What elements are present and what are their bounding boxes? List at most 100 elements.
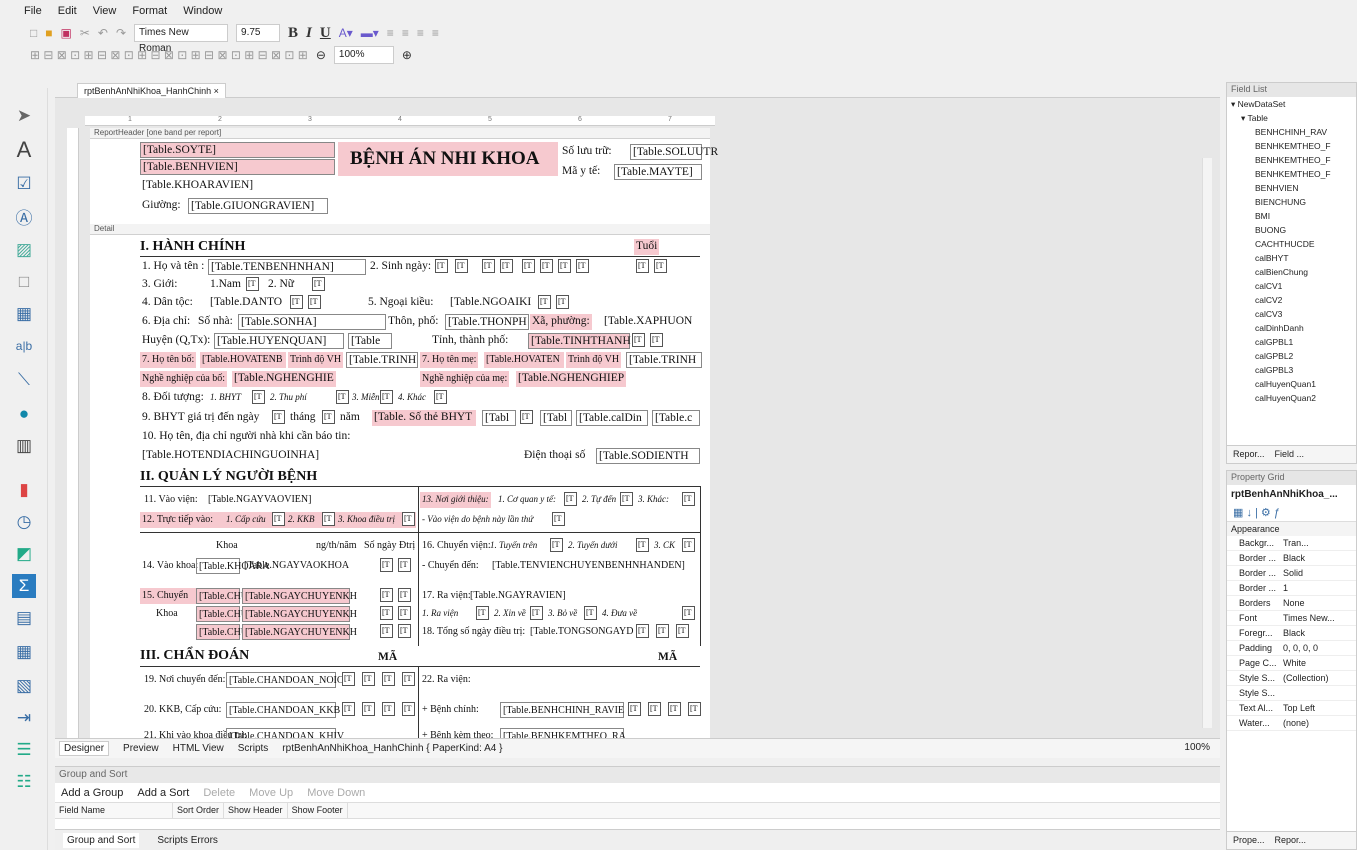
placeholder-field[interactable]: [T: [455, 259, 468, 273]
placeholder-field[interactable]: [T: [682, 492, 695, 506]
property-row[interactable]: Style S...: [1227, 686, 1356, 701]
property-row[interactable]: Page C... White: [1227, 656, 1356, 671]
field-item[interactable]: calCV1: [1231, 279, 1356, 293]
property-value[interactable]: 0, 0, 0, 0: [1279, 641, 1318, 655]
placeholder-field[interactable]: [T: [435, 259, 448, 273]
field-cdkkb[interactable]: [Table.CHANDOAN_KKB: [226, 702, 340, 718]
property-value[interactable]: Top Left: [1279, 701, 1315, 715]
property-value[interactable]: Tran...: [1279, 536, 1309, 550]
tab-group-sort[interactable]: Group and Sort: [63, 832, 140, 848]
menu-view[interactable]: View: [91, 5, 119, 17]
field-dantoc[interactable]: [Table.DANTO: [208, 295, 286, 311]
placeholder-field[interactable]: [T: [676, 624, 689, 638]
tab-report-explorer-2[interactable]: Repor...: [1275, 835, 1307, 846]
field-tabl1[interactable]: [Tabl: [482, 410, 516, 426]
vertical-scrollbar[interactable]: [1202, 158, 1212, 728]
field-item[interactable]: calBHYT: [1231, 251, 1356, 265]
placeholder-field[interactable]: [T: [380, 606, 393, 620]
placeholder-field[interactable]: [T: [552, 512, 565, 526]
placeholder-field[interactable]: [T: [576, 259, 589, 273]
zoom-select[interactable]: 100%: [333, 46, 394, 64]
placeholder-field[interactable]: [T: [402, 672, 415, 686]
field-item[interactable]: calCV3: [1231, 307, 1356, 321]
property-value[interactable]: Times New...: [1279, 611, 1335, 625]
field-mayte[interactable]: [Table.MAYTE]: [614, 164, 702, 180]
placeholder-field[interactable]: [T: [584, 606, 597, 620]
field-huyen[interactable]: [Table.HUYENQUAN]: [214, 333, 344, 349]
tab-designer[interactable]: Designer: [59, 741, 110, 756]
category-appearance[interactable]: Appearance: [1227, 522, 1356, 536]
placeholder-field[interactable]: [T: [636, 259, 649, 273]
field-ngheme[interactable]: [Table.NGHENGHIEP: [516, 371, 626, 387]
placeholder-field[interactable]: [T: [322, 512, 335, 526]
field-item[interactable]: BENHKEMTHEO_F: [1231, 139, 1356, 153]
cut-icon[interactable]: ✂: [80, 26, 90, 40]
chartext-icon[interactable]: a|b: [12, 334, 36, 358]
placeholder-field[interactable]: [T: [682, 538, 695, 552]
open-icon[interactable]: ■: [45, 26, 52, 40]
add-sort-button[interactable]: Add a Sort: [137, 787, 189, 799]
table-node[interactable]: ▾ Table: [1231, 111, 1356, 125]
placeholder-field[interactable]: [T: [398, 588, 411, 602]
property-row[interactable]: Borders None: [1227, 596, 1356, 611]
property-value[interactable]: 1: [1279, 581, 1288, 595]
field-tongsongay[interactable]: [Table.TONGSONGAYD: [528, 624, 633, 640]
placeholder-field[interactable]: [T: [380, 390, 393, 404]
placeholder-field[interactable]: [T: [380, 588, 393, 602]
placeholder-field[interactable]: [T: [380, 624, 393, 638]
field-chuyen[interactable]: [Table.NGAYCHUYENKH: [242, 624, 357, 640]
undo-icon[interactable]: ↶: [98, 26, 108, 40]
picture-icon[interactable]: ▨: [12, 238, 36, 262]
placeholder-field[interactable]: [T: [558, 259, 571, 273]
property-value[interactable]: Black: [1279, 626, 1305, 640]
field-chuyen[interactable]: [Table.CHUYEN: [196, 624, 269, 640]
placeholder-field[interactable]: [T: [682, 606, 695, 620]
crossband-icon[interactable]: ☰: [12, 738, 36, 762]
selected-object[interactable]: rptBenhAnNhiKhoa_...: [1227, 485, 1356, 504]
placeholder-field[interactable]: [T: [656, 624, 669, 638]
field-soyte[interactable]: [Table.SOYTE]: [140, 142, 335, 158]
field-hoten[interactable]: [Table.TENBENHNHAN]: [208, 259, 366, 275]
bold-button[interactable]: B: [288, 25, 298, 42]
field-tree[interactable]: ▾ NewDataSet ▾ Table BENHCHINH_RAV BENHKE…: [1227, 97, 1356, 405]
field-ngayravien[interactable]: [Table.NGAYRAVIEN]: [468, 588, 688, 604]
field-ngoaikieu[interactable]: [Table.NGOAIKI: [448, 295, 534, 311]
placeholder-field[interactable]: [T: [620, 492, 633, 506]
property-row[interactable]: Padding 0, 0, 0, 0: [1227, 641, 1356, 656]
field-chuyen[interactable]: [Table.CHUYEN: [196, 588, 269, 604]
field-sonha[interactable]: [Table.SONHA]: [238, 314, 386, 330]
document-tab[interactable]: rptBenhAnNhiKhoa_HanhChinh ×: [77, 83, 226, 98]
menu-window[interactable]: Window: [181, 5, 224, 17]
gauge-icon[interactable]: ◷: [12, 510, 36, 534]
align-icons[interactable]: ⊞ ⊟ ⊠ ⊡ ⊞ ⊟ ⊠ ⊡ ⊞ ⊟ ⊠ ⊡ ⊞ ⊟ ⊠ ⊡ ⊞ ⊟ ⊠ ⊡ …: [30, 48, 308, 62]
field-giuong[interactable]: [Table.GIUONGRAVIEN]: [188, 198, 328, 214]
field-cdkhiv[interactable]: [Table.CHANDOAN_KHIV: [226, 728, 344, 738]
field-tablc[interactable]: [Table.c: [652, 410, 700, 426]
table-icon[interactable]: ▦: [12, 302, 36, 326]
field-item[interactable]: calGPBL1: [1231, 335, 1356, 349]
field-trinhdo-bo[interactable]: [Table.TRINH: [346, 352, 418, 368]
placeholder-field[interactable]: [T: [272, 512, 285, 526]
property-value[interactable]: Solid: [1279, 566, 1303, 580]
align-right-icon[interactable]: ≡: [417, 26, 424, 40]
placeholder-field[interactable]: [T: [246, 277, 259, 291]
placeholder-field[interactable]: [T: [336, 390, 349, 404]
property-value[interactable]: None: [1279, 596, 1305, 610]
detail-band[interactable]: Detail: [90, 224, 710, 235]
delete-button[interactable]: Delete: [203, 787, 235, 799]
field-thon[interactable]: [Table.THONPH: [445, 314, 529, 330]
move-down-button[interactable]: Move Down: [307, 787, 365, 799]
placeholder-field[interactable]: [T: [252, 390, 265, 404]
align-left-icon[interactable]: ≡: [387, 26, 394, 40]
underline-button[interactable]: U: [320, 25, 331, 42]
placeholder-field[interactable]: [T: [342, 672, 355, 686]
field-chuyen[interactable]: [Table.NGAYCHUYENKH: [242, 606, 357, 622]
placeholder-field[interactable]: [T: [382, 702, 395, 716]
field-soluutru[interactable]: [Table.SOLUUTR: [630, 144, 718, 160]
sort-icons[interactable]: ▦ ↓ | ⚙ ƒ: [1227, 504, 1356, 522]
section-hanhchinh[interactable]: I. HÀNH CHÍNH: [140, 239, 245, 255]
placeholder-field[interactable]: [T: [648, 702, 661, 716]
placeholder-field[interactable]: [T: [520, 410, 533, 424]
property-value[interactable]: White: [1279, 656, 1306, 670]
font-select[interactable]: Times New Roman: [134, 24, 229, 54]
